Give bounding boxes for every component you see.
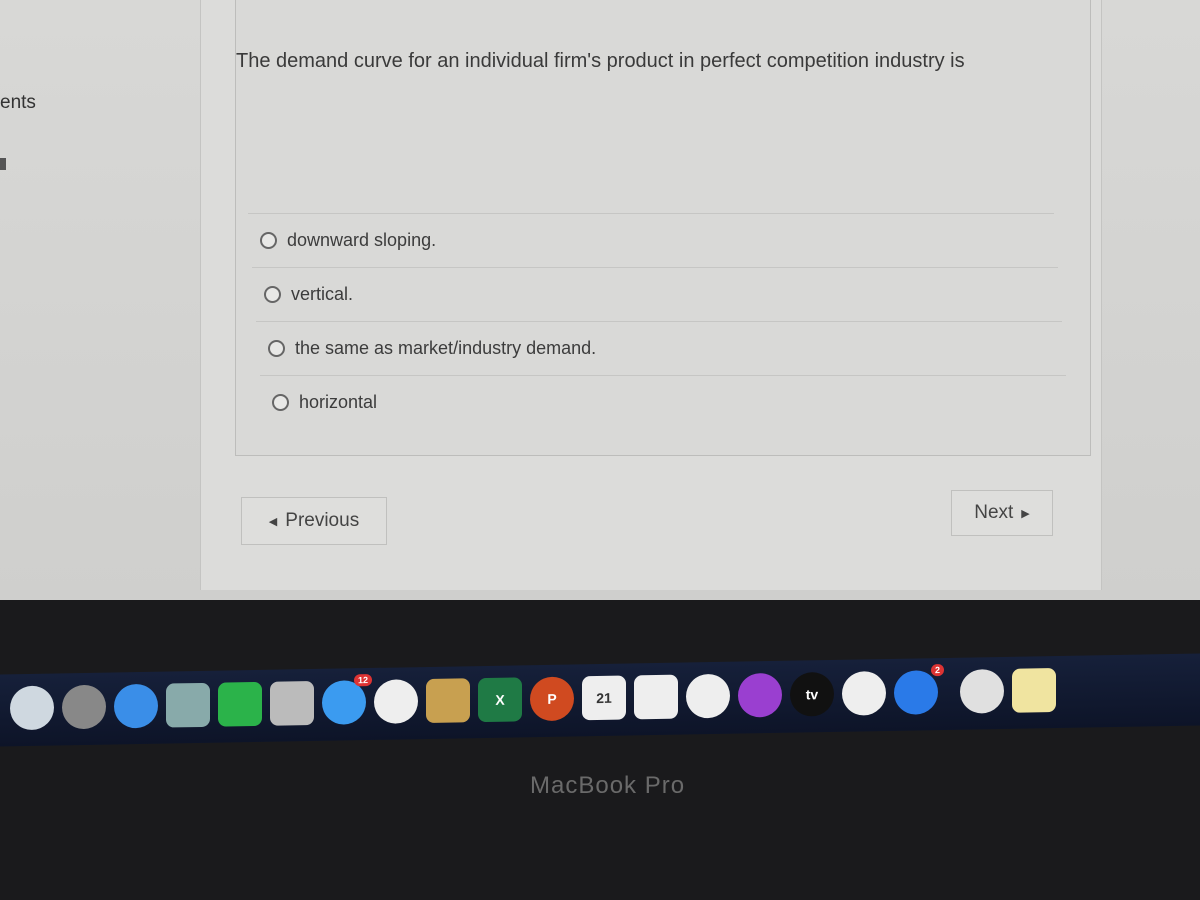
notification-badge: 2 [930, 663, 944, 677]
radio-button[interactable] [268, 340, 285, 357]
quiz-panel: The demand curve for an individual firm'… [200, 0, 1102, 590]
dock: 12 X P 21 tv 2 [0, 653, 1200, 747]
sidebar-marker [0, 158, 6, 170]
notification-badge: 12 [353, 673, 372, 687]
option-same-as-market[interactable]: the same as market/industry demand. [256, 321, 1062, 375]
dock-app-safari-icon[interactable] [114, 683, 158, 729]
browser-screen: ents The demand curve for an individual … [0, 0, 1200, 600]
dock-app-music-icon[interactable] [686, 673, 730, 719]
dock-app-apple-tv-icon[interactable]: tv [790, 671, 834, 717]
next-label: Next [974, 502, 1014, 523]
dock-app-notes-folder-icon[interactable] [426, 678, 470, 724]
app-label: X [495, 691, 505, 708]
dock-app-excel-icon[interactable]: X [478, 677, 522, 723]
dock-app-facetime-icon[interactable] [218, 681, 262, 727]
option-label: downward sloping. [287, 230, 437, 250]
dock-app-photos-icon[interactable] [374, 679, 418, 724]
dock-app-launchpad-icon[interactable] [62, 684, 106, 730]
question-card: The demand curve for an individual firm'… [235, 0, 1091, 456]
previous-button[interactable]: ◀ Previous [241, 497, 387, 545]
radio-button[interactable] [264, 286, 281, 303]
option-label: vertical. [291, 284, 354, 304]
next-button[interactable]: Next ▶ [951, 490, 1053, 536]
radio-button[interactable] [272, 394, 289, 411]
radio-button[interactable] [260, 232, 277, 249]
dock-app-notes-icon[interactable] [1012, 668, 1056, 713]
dock-app-calendar-icon[interactable]: 21 [582, 675, 626, 721]
previous-label: Previous [285, 510, 360, 531]
dock-app-messages-icon[interactable]: 12 [322, 673, 372, 725]
option-horizontal[interactable]: horizontal [260, 375, 1066, 429]
app-label: tv [805, 686, 819, 703]
dock-app-podcasts-icon[interactable] [738, 672, 782, 718]
dock-app-app-store-icon[interactable]: 2 [894, 663, 944, 715]
option-label: the same as market/industry demand. [295, 338, 597, 358]
option-label: horizontal [299, 392, 378, 412]
question-text: The demand curve for an individual firm'… [236, 50, 965, 72]
dock-app-reminders-icon[interactable] [634, 674, 678, 720]
dock-app-preview-icon[interactable] [166, 682, 210, 728]
app-label: 21 [596, 689, 612, 707]
dock-app-news-icon[interactable] [842, 671, 886, 716]
sidebar-partial-label[interactable]: ents [0, 92, 36, 114]
chevron-right-icon: ▶ [1021, 507, 1030, 520]
dock-app-maps-icon[interactable] [270, 680, 314, 726]
dock-app-chrome-icon[interactable] [960, 668, 1004, 714]
macbook-pro-label: MacBook Pro [530, 772, 686, 799]
option-downward-sloping[interactable]: downward sloping. [248, 213, 1054, 267]
dock-app-powerpoint-icon[interactable]: P [530, 676, 574, 722]
option-vertical[interactable]: vertical. [252, 267, 1058, 321]
chevron-left-icon: ◀ [268, 515, 278, 528]
dock-app-finder-icon[interactable] [10, 685, 54, 731]
app-label: P [547, 690, 557, 707]
